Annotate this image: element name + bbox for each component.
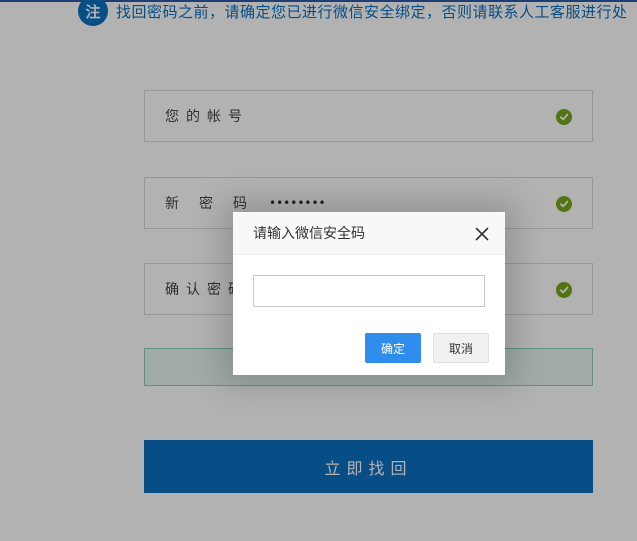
confirm-button[interactable]: 确定 <box>365 333 421 363</box>
dialog-header: 请输入微信安全码 <box>233 212 505 255</box>
security-code-dialog: 请输入微信安全码 确定 取消 <box>233 212 505 375</box>
close-icon[interactable] <box>475 226 489 241</box>
cancel-button[interactable]: 取消 <box>433 333 489 363</box>
security-code-input[interactable] <box>253 275 485 307</box>
dialog-title: 请输入微信安全码 <box>253 226 365 242</box>
